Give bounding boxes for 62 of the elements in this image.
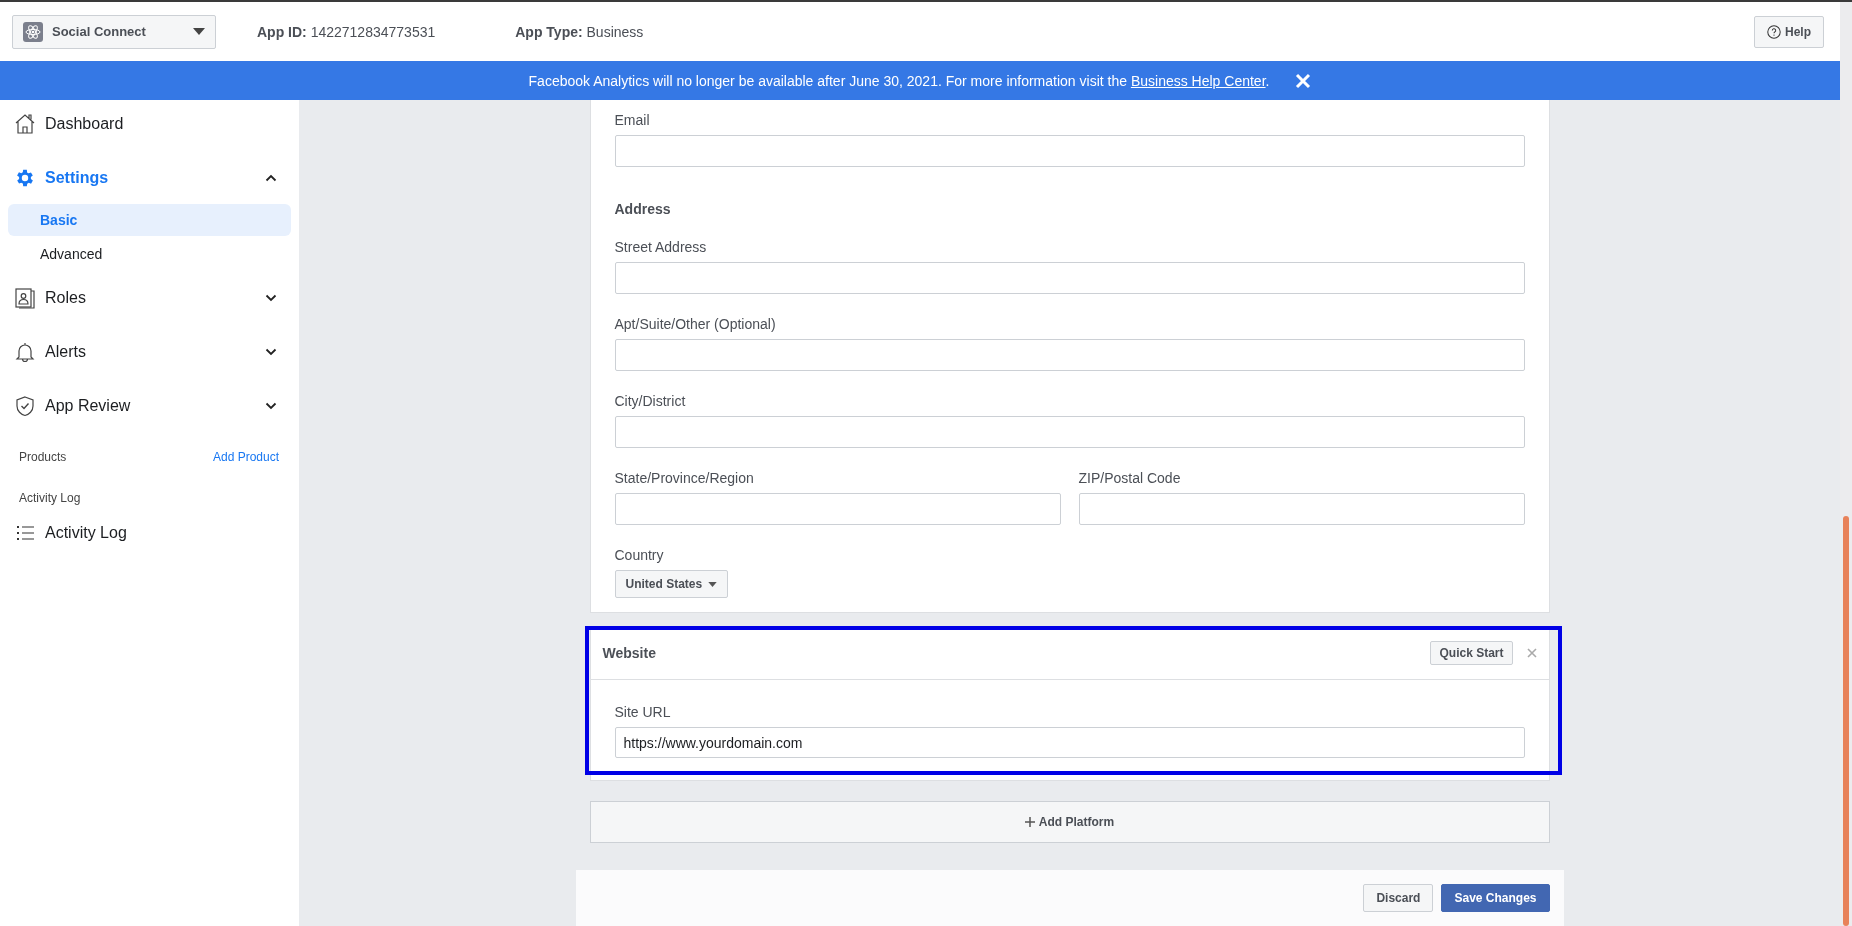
nav-item[interactable]: Dashboard [8,108,291,140]
input-field[interactable] [614,493,1061,525]
card-title: Website [602,645,657,661]
app-id: App ID: 1422712834773531 [257,23,436,40]
quick-start-button[interactable]: Quick Start [1430,641,1513,665]
field-label: ZIP/Postal Code [1078,470,1182,486]
input-field[interactable] [614,262,1525,294]
caret-icon [193,28,205,35]
field-label: City/District [614,393,687,409]
chevron-down-icon [265,402,277,410]
close-icon[interactable] [1526,648,1537,658]
section-title: Activity Log [19,491,81,505]
id-card-icon [14,287,36,309]
nav-item[interactable]: App Review [8,390,291,422]
input-field[interactable] [614,135,1525,167]
nav-label: Alerts [45,343,87,361]
field-label: Email [614,112,651,128]
field-label: State/Province/Region [614,470,755,486]
nav-item[interactable]: Settings [8,162,291,194]
field-label: Apt/Suite/Other (Optional) [614,316,777,332]
save-changes-button[interactable]: Save Changes [1441,884,1550,913]
shield-check-icon [14,395,36,417]
house-icon [14,113,36,135]
country-dropdown[interactable]: United States [614,570,729,598]
nav-label: Activity Log [45,524,128,542]
chevron-down-icon [265,294,277,302]
field-label: Country [614,547,665,563]
app-type: App Type: Business [515,23,644,40]
url-input[interactable]: https://www.yourdomain.com [614,727,1525,758]
nav-item[interactable]: Alerts [8,336,291,368]
subnav-item[interactable]: Advanced [8,238,291,270]
nav-label: Roles [45,289,87,307]
nav-label: App Review [45,397,132,415]
input-field[interactable] [1078,493,1525,525]
nav-item[interactable]: Roles [8,282,291,314]
help-icon [1767,24,1781,39]
section-heading: Address [614,201,672,217]
help-button[interactable]: Help [1754,15,1824,48]
field-label: Site URL [614,704,672,720]
discard-button[interactable]: Discard [1363,884,1434,913]
add-platform-button[interactable]: Add Platform [589,801,1550,844]
settings-icon [14,167,36,189]
chevron-down-icon [265,348,277,356]
nav-label: Dashboard [45,115,125,133]
input-field[interactable] [614,416,1525,448]
bell-icon [14,341,36,363]
scroll-thumb[interactable] [1843,516,1849,926]
atom-icon [23,21,43,42]
app-selector[interactable]: Social Connect [12,14,216,49]
field-label: Street Address [614,239,708,255]
nav-item[interactable]: Activity Log [8,517,291,549]
chevron-up-icon [265,174,277,182]
input-field[interactable] [614,339,1525,371]
nav-label: Settings [45,169,110,187]
add-product-link[interactable]: Add Product [212,450,279,464]
section-title: Products [19,450,67,464]
banner-message: Facebook Analytics will no longer be available after June 30, 2021. For more information visit the Business Help Center. [528,72,1270,89]
plus-icon [1024,817,1035,828]
caret-icon [708,581,718,587]
subnav-item[interactable]: Basic [8,204,291,236]
app-name: Social Connect [52,24,147,39]
help-center-link[interactable]: Business Help Center [1130,72,1266,89]
